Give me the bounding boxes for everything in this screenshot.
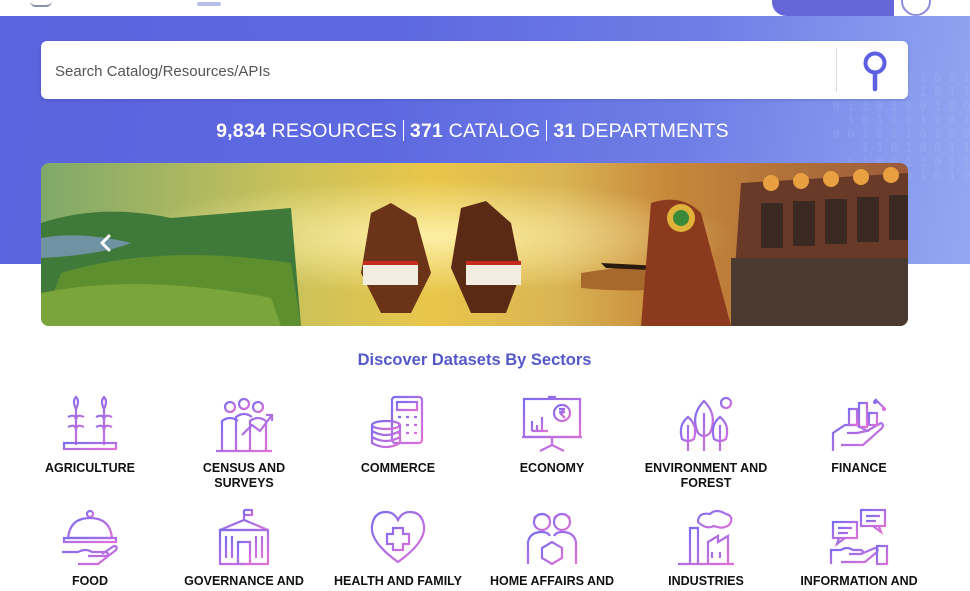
home-affairs-icon: [526, 512, 578, 566]
departments-count: 31: [553, 120, 576, 142]
departments-label: DEPARTMENTS: [581, 120, 729, 142]
resources-count: 9,834: [216, 120, 266, 142]
search-icon: [863, 51, 887, 92]
sector-commerce[interactable]: COMMERCE: [318, 395, 478, 476]
sector-label: FINANCE: [831, 461, 887, 475]
search-divider: [836, 48, 837, 92]
sector-economy[interactable]: ECONOMY: [472, 395, 632, 476]
agriculture-icon: [62, 395, 118, 451]
stats-divider: [402, 120, 404, 141]
sector-industries[interactable]: INDUSTRIES: [626, 508, 786, 589]
sector-finance[interactable]: FINANCE: [779, 395, 939, 476]
search-button[interactable]: [849, 47, 901, 93]
environment-icon: [676, 396, 736, 453]
census-icon: [216, 397, 274, 453]
sector-label: HEALTH AND FAMILY: [333, 574, 462, 588]
sector-label: AGRICULTURE: [44, 461, 136, 475]
login-button[interactable]: [772, 0, 894, 16]
resources-label: RESOURCES: [271, 120, 397, 142]
health-icon: [370, 510, 426, 564]
sector-census[interactable]: CENSUS AND SURVEYS: [164, 395, 324, 491]
sector-label: FOOD: [71, 574, 109, 588]
sector-information[interactable]: INFORMATION AND: [779, 508, 939, 589]
search-input[interactable]: [53, 41, 827, 101]
information-icon: [829, 508, 889, 566]
sector-label: ECONOMY: [519, 461, 585, 475]
sector-environment[interactable]: ENVIRONMENT AND FOREST: [626, 395, 786, 491]
sector-label: ENVIRONMENT AND FOREST: [644, 461, 768, 490]
partner-logo: [197, 2, 221, 6]
governance-icon: [216, 508, 272, 566]
carousel-prev-icon[interactable]: [98, 234, 114, 252]
sector-label: GOVERNANCE AND: [184, 574, 304, 588]
sector-label: HOME AFFAIRS AND: [489, 574, 615, 588]
stats-line: 9,834 RESOURCES 371 CATALOG 31 DEPARTMENTS: [0, 120, 945, 143]
search-bar: [41, 41, 908, 101]
industries-icon: [678, 509, 734, 566]
sector-label: INFORMATION AND: [800, 574, 918, 588]
catalog-count: 371: [409, 120, 444, 142]
stats-divider: [546, 120, 548, 141]
user-icon[interactable]: [901, 0, 931, 16]
commerce-icon: [370, 395, 424, 449]
sector-agriculture[interactable]: AGRICULTURE: [10, 395, 170, 476]
sector-governance[interactable]: GOVERNANCE AND: [164, 508, 324, 589]
finance-icon: [831, 398, 887, 451]
sector-label: CENSUS AND SURVEYS: [202, 461, 286, 490]
sector-health[interactable]: HEALTH AND FAMILY: [318, 508, 478, 589]
sectors-title: Discover Datasets By Sectors: [357, 351, 592, 369]
sector-home-affairs[interactable]: HOME AFFAIRS AND: [472, 508, 632, 589]
food-icon: [62, 509, 118, 566]
sector-label: INDUSTRIES: [668, 574, 744, 588]
sector-label: COMMERCE: [360, 461, 436, 475]
site-logo[interactable]: [30, 0, 52, 7]
catalog-label: CATALOG: [448, 120, 541, 142]
banner-carousel[interactable]: [41, 163, 908, 326]
top-navbar: [0, 0, 970, 16]
economy-icon: [522, 395, 582, 452]
banner-image: [41, 163, 908, 326]
sector-food[interactable]: FOOD: [10, 508, 170, 589]
